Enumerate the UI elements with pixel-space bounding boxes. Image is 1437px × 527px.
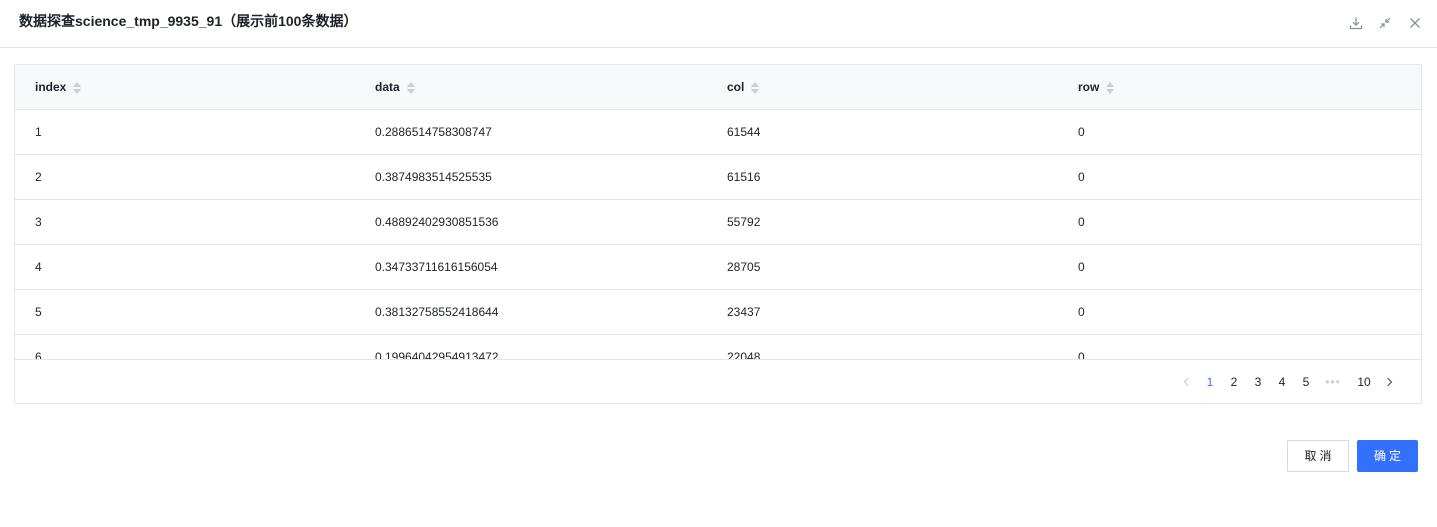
shrink-icon[interactable] <box>1377 15 1393 31</box>
cell-row: 0 <box>1078 305 1085 319</box>
cell-row: 0 <box>1078 125 1085 139</box>
table-header: index data col row <box>15 65 1421 110</box>
sort-icon[interactable] <box>73 81 82 94</box>
table-body[interactable]: 1 0.2886514758308747 61544 0 2 0.3874983… <box>15 110 1421 359</box>
sort-icon[interactable] <box>751 81 760 94</box>
column-header-row[interactable]: row <box>1078 65 1115 110</box>
cell-row: 0 <box>1078 215 1085 229</box>
column-header-label: row <box>1078 80 1100 94</box>
cell-index: 1 <box>35 125 42 139</box>
page-item-4[interactable]: 4 <box>1275 371 1289 393</box>
cell-data: 0.19964042954913472 <box>375 350 499 359</box>
data-table: index data col row 1 0.2886514758308747 … <box>14 64 1422 404</box>
column-header-col[interactable]: col <box>727 65 760 110</box>
data-preview-dialog: 数据探查science_tmp_9935_91（展示前100条数据） index… <box>0 0 1437 527</box>
cell-data: 0.38132758552418644 <box>375 305 499 319</box>
cell-col: 28705 <box>727 260 761 274</box>
page-item-2[interactable]: 2 <box>1227 371 1241 393</box>
close-icon[interactable] <box>1407 15 1423 31</box>
cell-data: 0.2886514758308747 <box>375 125 492 139</box>
table-row: 6 0.19964042954913472 22048 0 <box>15 335 1421 359</box>
cell-data: 0.3874983514525535 <box>375 170 492 184</box>
cell-index: 2 <box>35 170 42 184</box>
cell-index: 3 <box>35 215 42 229</box>
cell-col: 22048 <box>727 350 761 359</box>
next-page-icon[interactable] <box>1383 371 1395 393</box>
page-item-3[interactable]: 3 <box>1251 371 1265 393</box>
cell-col: 61516 <box>727 170 761 184</box>
cell-data: 0.48892402930851536 <box>375 215 499 229</box>
column-header-data[interactable]: data <box>375 65 415 110</box>
table-row: 2 0.3874983514525535 61516 0 <box>15 155 1421 200</box>
cell-row: 0 <box>1078 170 1085 184</box>
page-ellipsis[interactable]: ••• <box>1322 371 1344 393</box>
prev-page-icon[interactable] <box>1181 371 1193 393</box>
cell-index: 5 <box>35 305 42 319</box>
dialog-header: 数据探查science_tmp_9935_91（展示前100条数据） <box>0 0 1437 48</box>
cell-data: 0.34733711616156054 <box>375 260 498 274</box>
table-row: 5 0.38132758552418644 23437 0 <box>15 290 1421 335</box>
table-row: 4 0.34733711616156054 28705 0 <box>15 245 1421 290</box>
cell-col: 23437 <box>727 305 761 319</box>
cancel-button[interactable]: 取消 <box>1287 440 1349 472</box>
cell-index: 6 <box>35 350 42 359</box>
column-header-label: data <box>375 80 400 94</box>
pagination: 1 2 3 4 5 ••• 10 <box>15 359 1421 403</box>
cell-row: 0 <box>1078 350 1085 359</box>
cell-col: 55792 <box>727 215 761 229</box>
dialog-title: 数据探查science_tmp_9935_91（展示前100条数据） <box>19 13 358 29</box>
sort-icon[interactable] <box>1106 81 1115 94</box>
sort-icon[interactable] <box>406 81 415 94</box>
column-header-label: index <box>35 80 67 94</box>
page-item-5[interactable]: 5 <box>1299 371 1313 393</box>
cell-index: 4 <box>35 260 42 274</box>
download-icon[interactable] <box>1348 15 1364 31</box>
table-row: 1 0.2886514758308747 61544 0 <box>15 110 1421 155</box>
table-row: 3 0.48892402930851536 55792 0 <box>15 200 1421 245</box>
confirm-button[interactable]: 确定 <box>1357 440 1418 472</box>
cell-row: 0 <box>1078 260 1085 274</box>
page-item-1[interactable]: 1 <box>1203 371 1217 393</box>
column-header-label: col <box>727 80 745 94</box>
page-item-10[interactable]: 10 <box>1354 371 1374 393</box>
cell-col: 61544 <box>727 125 761 139</box>
column-header-index[interactable]: index <box>35 65 82 110</box>
